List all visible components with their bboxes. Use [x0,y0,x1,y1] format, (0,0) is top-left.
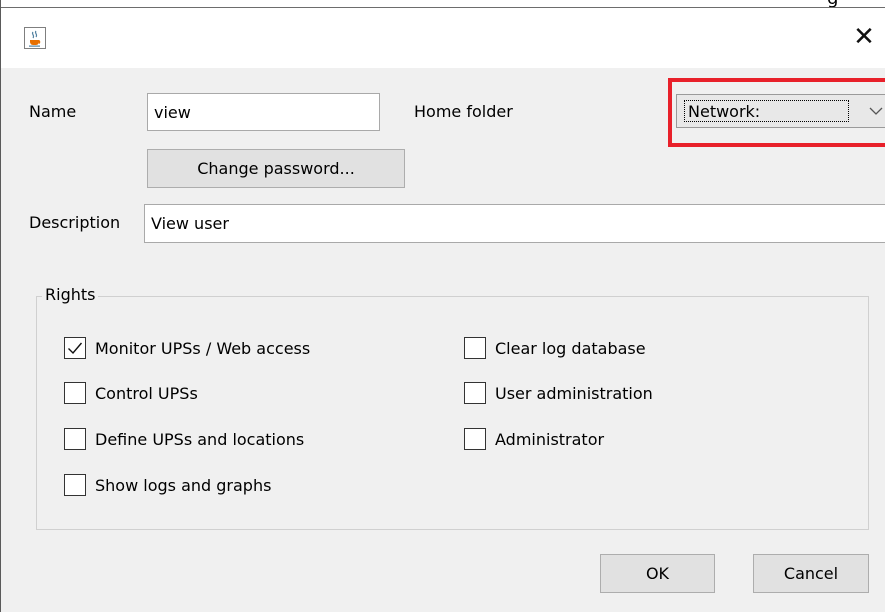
close-icon[interactable]: ✕ [849,22,879,52]
checkbox-user-administration[interactable]: User administration [464,382,653,404]
ok-button[interactable]: OK [600,554,715,593]
checkbox-monitor-upss[interactable]: Monitor UPSs / Web access [64,337,310,359]
checkbox-label: Monitor UPSs / Web access [95,338,311,358]
description-input-value: View user [151,214,229,233]
name-input[interactable]: view [147,93,380,131]
name-label: Name [29,102,77,121]
cancel-button[interactable]: Cancel [753,554,869,593]
check-icon [68,342,83,355]
highlight-box [668,78,885,147]
change-password-button[interactable]: Change password... [147,149,405,188]
checkbox-control-upss[interactable]: Control UPSs [64,382,198,404]
checkbox-show-logs[interactable]: Show logs and graphs [64,474,271,496]
checkbox-label: Show logs and graphs [95,475,272,495]
java-cup-icon [24,27,46,49]
checkbox-label: Administrator [495,429,605,449]
checkbox-box[interactable] [64,337,86,359]
checkbox-box[interactable] [464,382,486,404]
checkbox-label: Clear log database [495,338,646,358]
name-input-value: view [154,102,191,122]
checkbox-box[interactable] [464,428,486,450]
description-input[interactable]: View user [144,204,885,243]
checkbox-define-upss[interactable]: Define UPSs and locations [64,428,304,450]
checkbox-box[interactable] [464,337,486,359]
checkbox-box[interactable] [64,474,86,496]
description-label: Description [29,213,121,232]
checkbox-label: User administration [495,383,653,403]
checkbox-label: Control UPSs [95,383,198,403]
checkbox-clear-log-database[interactable]: Clear log database [464,337,646,359]
underlying-window-strip: g [1,0,885,8]
checkbox-box[interactable] [64,428,86,450]
title-bar: ✕ [1,8,885,68]
checkbox-box[interactable] [64,382,86,404]
home-folder-label: Home folder [414,102,513,121]
rights-group-title: Rights [42,285,99,304]
checkbox-administrator[interactable]: Administrator [464,428,604,450]
dialog-window: g ✕ Name view Home folder Network: Chang… [0,0,885,612]
checkbox-label: Define UPSs and locations [95,429,305,449]
